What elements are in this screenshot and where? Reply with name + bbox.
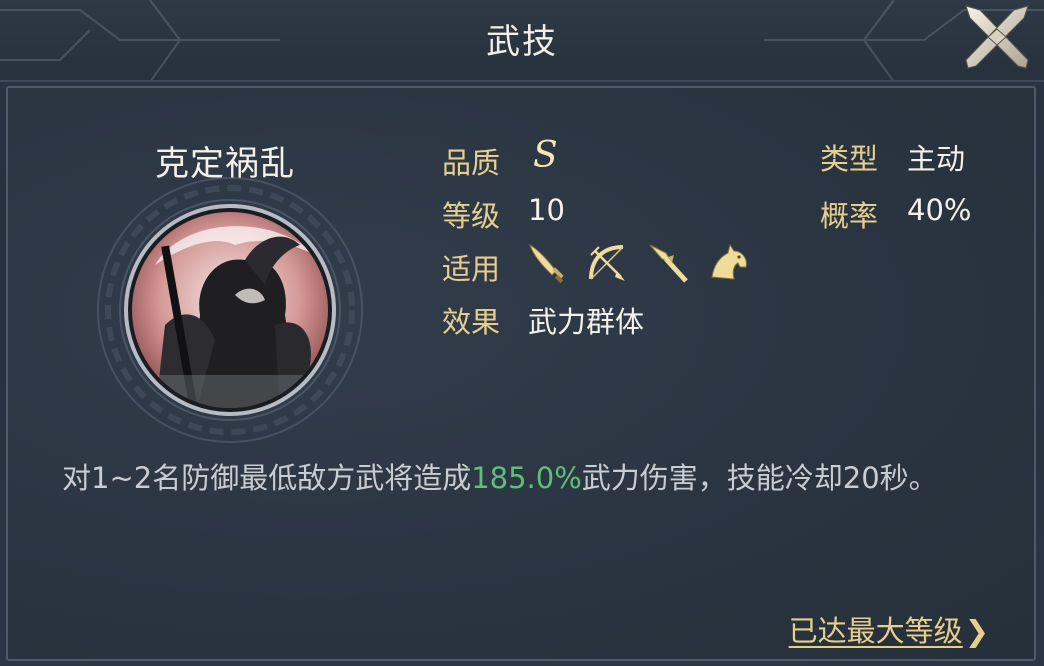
quality-value: S xyxy=(533,135,558,176)
applicable-label: 适用 xyxy=(442,252,501,286)
description-text-end: 武力伤害，技能冷却20秒。 xyxy=(581,461,938,495)
skill-detail-screen: 武技 克定祸乱 品质 S 等级 10 适用 效果 武力群体 类型 主动 概率 4… xyxy=(0,0,1044,666)
level-value: 10 xyxy=(528,193,565,227)
sword-icon xyxy=(524,241,568,285)
bow-icon xyxy=(585,241,629,285)
close-button[interactable] xyxy=(960,2,1034,72)
description-text-start: 对1~2名防御最低敌方武将造成 xyxy=(62,461,472,495)
header-bar: 武技 xyxy=(0,0,1044,82)
type-value: 主动 xyxy=(907,142,966,176)
level-label: 等级 xyxy=(442,199,501,233)
skill-portrait-image xyxy=(97,177,363,443)
effect-label: 效果 xyxy=(442,305,501,339)
spear-icon xyxy=(646,241,690,285)
type-label: 类型 xyxy=(820,142,879,176)
quality-label: 品质 xyxy=(442,146,501,180)
max-level-label: 已达最大等级 xyxy=(788,614,963,648)
max-level-link[interactable]: 已达最大等级❯ xyxy=(789,608,989,650)
skill-portrait xyxy=(95,175,365,445)
page-title: 武技 xyxy=(486,22,558,62)
effect-value: 武力群体 xyxy=(528,305,645,339)
skill-description: 对1~2名防御最低敌方武将造成185.0%武力伤害，技能冷却20秒。 xyxy=(62,452,962,504)
chevron-right-icon: ❯ xyxy=(964,614,989,648)
horse-icon xyxy=(706,241,750,285)
close-icon xyxy=(965,5,1029,69)
rate-value: 40% xyxy=(907,193,972,227)
header-divider xyxy=(0,80,1044,82)
damage-percent: 185.0% xyxy=(471,461,582,495)
rate-label: 概率 xyxy=(820,199,879,233)
